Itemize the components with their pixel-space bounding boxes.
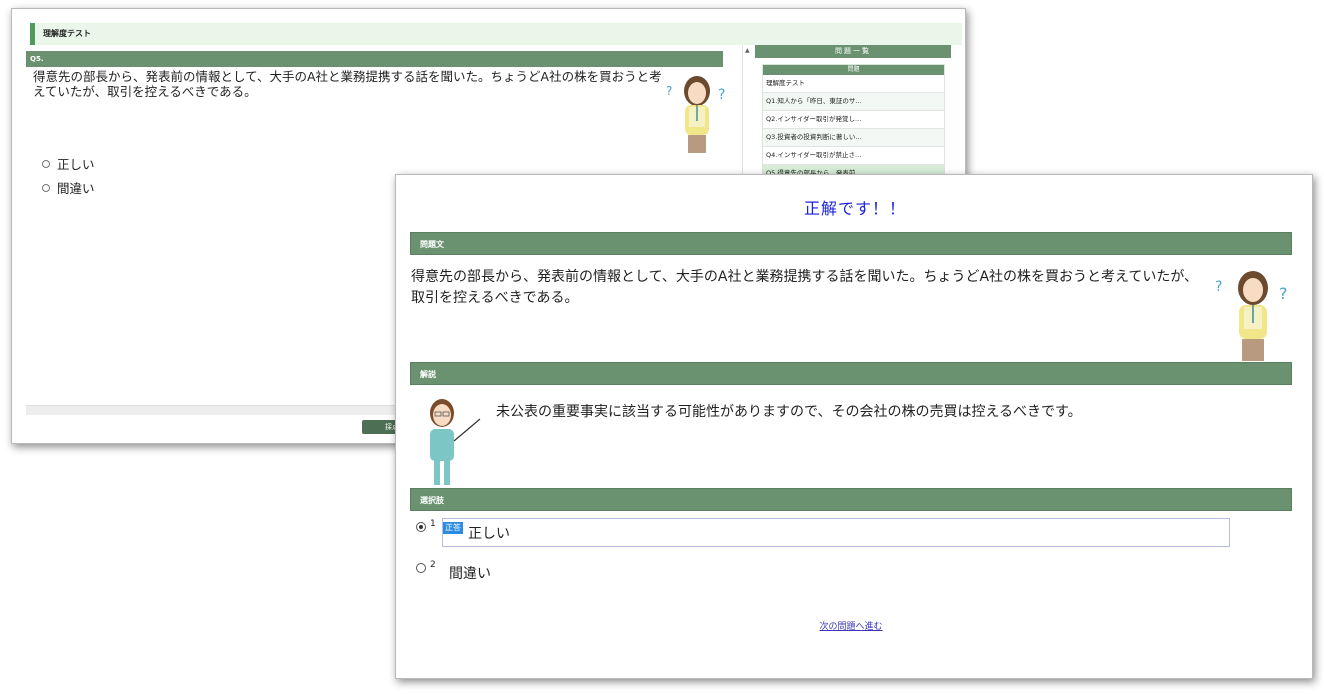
scroll-up-icon[interactable]: ▲: [745, 47, 750, 54]
question-header: Q5.: [26, 51, 723, 67]
test-title: 理解度テスト: [30, 23, 962, 45]
svg-text:?: ?: [666, 84, 672, 98]
question-list-item[interactable]: Q1.知人から「昨日、東証のサ...: [763, 93, 944, 111]
result-window: 正解です！！ 問題文 得意先の部長から、発表前の情報として、大手のA社と業務提携…: [395, 174, 1313, 679]
correct-choice-highlight: [442, 518, 1230, 547]
thinking-woman-illustration: ? ?: [1215, 271, 1288, 361]
question-list-title: 問題一覧: [755, 45, 951, 58]
question-text: 得意先の部長から、発表前の情報として、大手のA社と業務提携する話を聞いた。ちょう…: [411, 269, 1199, 306]
thinking-woman-illustration: ? ?: [666, 76, 725, 153]
choice-1[interactable]: 1: [416, 519, 436, 532]
option-label: 正しい: [57, 157, 95, 172]
result-message: 正解です！！: [803, 199, 906, 218]
question-list-item[interactable]: Q3.投資者の投資判断に著しい...: [763, 129, 944, 147]
radio-icon[interactable]: [416, 563, 426, 573]
option-true[interactable]: 正しい: [42, 154, 95, 173]
option-false[interactable]: 間違い: [42, 178, 95, 197]
svg-text:?: ?: [1279, 284, 1288, 303]
question-list-panel: 問題一覧 問題 理解度テスト Q1.知人から「昨日、東証のサ... Q2.インサ…: [755, 45, 951, 185]
horizontal-scrollbar[interactable]: [26, 405, 396, 415]
option-label: 間違い: [57, 181, 95, 196]
vertical-scrollbar[interactable]: [742, 45, 753, 185]
question-list-item[interactable]: Q2.インサイダー取引が発覚し...: [763, 111, 944, 129]
choice-2[interactable]: 2: [416, 560, 436, 573]
choice-label: 間違い: [449, 566, 491, 582]
question-list: 問題 理解度テスト Q1.知人から「昨日、東証のサ... Q2.インサイダー取引…: [762, 64, 945, 184]
teacher-illustration: [430, 399, 481, 485]
choice-number: 2: [430, 560, 436, 570]
explanation-text: 未公表の重要事実に該当する可能性がありますので、その会社の株の売買は控えるべきで…: [496, 404, 1082, 420]
choices-section-header: 選択肢: [410, 488, 1292, 511]
radio-icon[interactable]: [42, 183, 50, 192]
svg-text:?: ?: [718, 87, 725, 103]
choice-label: 正しい: [468, 526, 510, 542]
question-list-item[interactable]: Q4.インサイダー取引が禁止さ...: [763, 147, 944, 165]
question-list-item[interactable]: 理解度テスト: [763, 75, 944, 93]
choice-number: 1: [430, 519, 436, 529]
svg-text:?: ?: [1215, 279, 1222, 295]
radio-selected-icon[interactable]: [416, 522, 426, 532]
question-text: 得意先の部長から、発表前の情報として、大手のA社と業務提携する話を聞いた。ちょう…: [33, 69, 662, 99]
question-list-header: 問題: [763, 65, 944, 75]
question-section-header: 問題文: [410, 232, 1292, 255]
explanation-section-header: 解説: [410, 362, 1292, 385]
next-question-link[interactable]: 次の問題へ進む: [396, 619, 1306, 632]
correct-answer-badge: 正答: [443, 522, 463, 534]
radio-icon[interactable]: [42, 159, 50, 168]
